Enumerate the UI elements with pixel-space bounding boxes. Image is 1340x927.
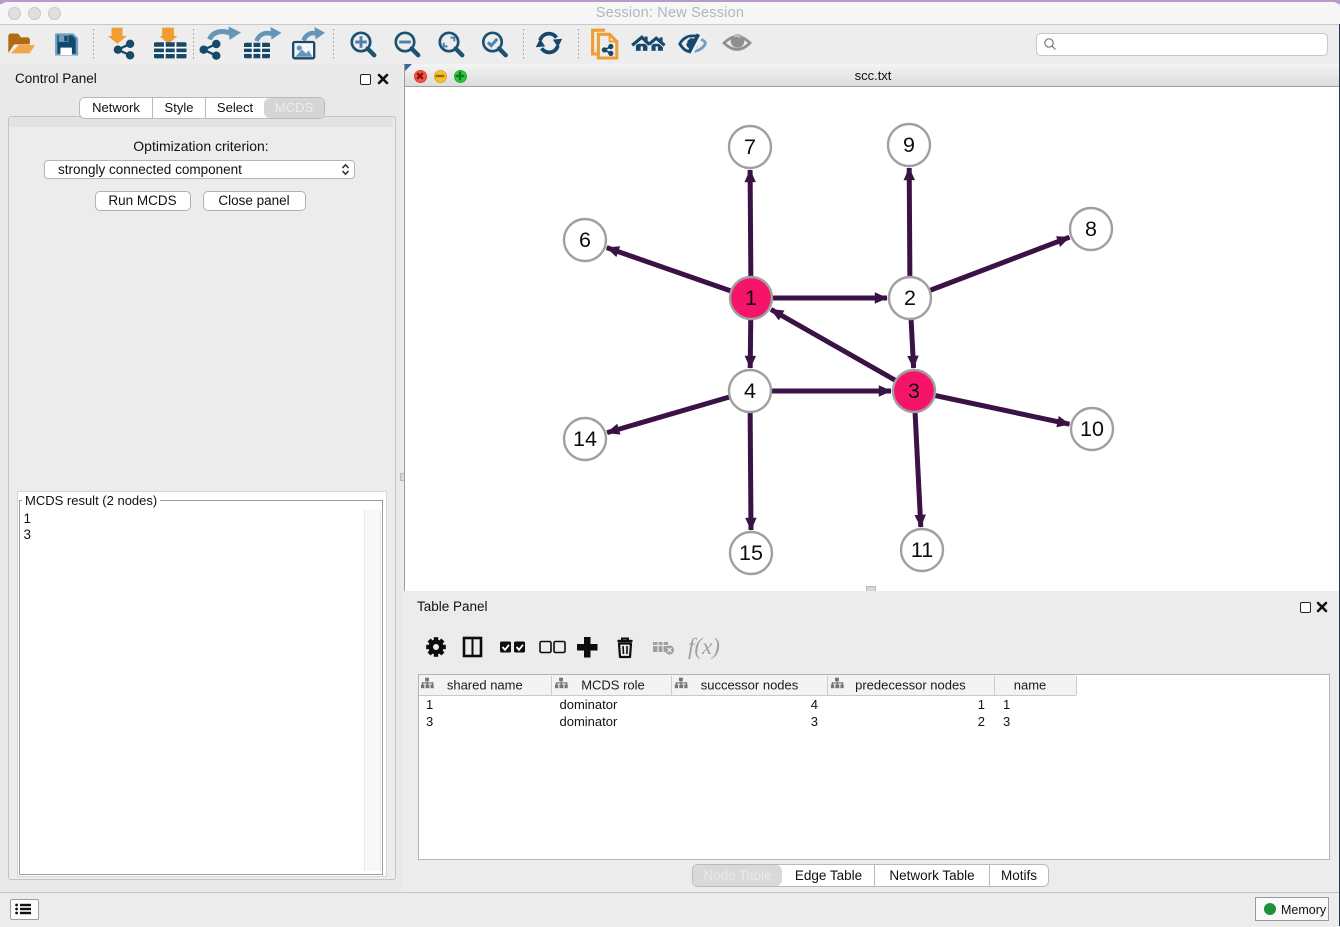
svg-text:MCDS role: MCDS role xyxy=(581,678,645,693)
svg-text:9: 9 xyxy=(903,133,915,157)
svg-text:shared name: shared name xyxy=(447,678,523,693)
svg-text:7: 7 xyxy=(744,135,756,159)
svg-text:name: name xyxy=(1014,678,1047,693)
svg-text:predecessor nodes: predecessor nodes xyxy=(855,678,966,693)
svg-text:3: 3 xyxy=(908,379,920,403)
svg-text:4: 4 xyxy=(744,379,756,403)
svg-text:successor nodes: successor nodes xyxy=(701,678,799,693)
svg-text:14: 14 xyxy=(573,427,597,451)
svg-text:1: 1 xyxy=(745,286,757,310)
svg-text:10: 10 xyxy=(1080,417,1104,441)
svg-text:8: 8 xyxy=(1085,217,1097,241)
svg-text:6: 6 xyxy=(579,228,591,252)
svg-text:2: 2 xyxy=(904,286,916,310)
svg-text:f(x): f(x) xyxy=(688,634,720,659)
svg-text:15: 15 xyxy=(739,541,763,565)
svg-text:11: 11 xyxy=(911,538,933,562)
